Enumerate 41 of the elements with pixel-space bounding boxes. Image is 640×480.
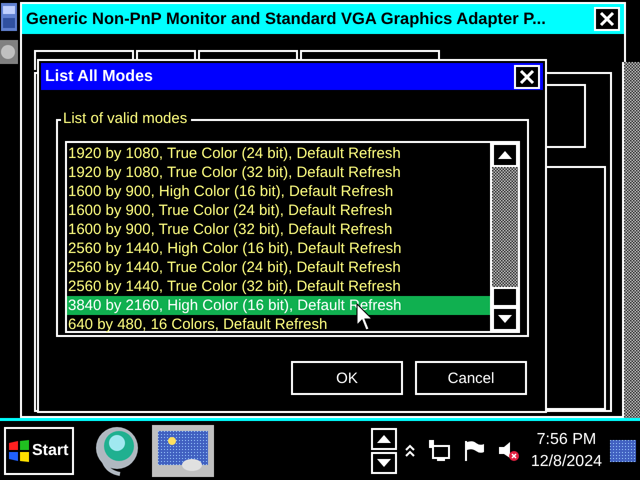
- down-arrow-icon: [498, 315, 512, 323]
- close-button[interactable]: [514, 64, 540, 88]
- list-item[interactable]: 640 by 480, 16 Colors, Default Refresh: [67, 315, 490, 334]
- up-arrow-icon: [498, 151, 512, 159]
- show-desktop-icon[interactable]: [610, 440, 636, 462]
- list-item[interactable]: 1920 by 1080, True Color (24 bit), Default Refresh: [67, 144, 490, 163]
- list-item[interactable]: 1600 by 900, High Color (16 bit), Default Refresh: [67, 182, 490, 201]
- list-item[interactable]: 2560 by 1440, True Color (32 bit), Default Refresh: [67, 277, 490, 296]
- scroll-thumb[interactable]: [492, 287, 518, 307]
- list-item[interactable]: 2560 by 1440, True Color (24 bit), Default Refresh: [67, 258, 490, 277]
- scrollbar[interactable]: [622, 62, 640, 418]
- mode-list[interactable]: [65, 141, 520, 333]
- list-item[interactable]: 2560 by 1440, High Color (16 bit), Default Refresh: [67, 239, 490, 258]
- taskbar-app-button[interactable]: [152, 424, 214, 476]
- close-icon: [599, 11, 615, 27]
- list-item[interactable]: 1920 by 1080, True Color (32 bit), Default Refresh: [67, 163, 490, 182]
- dialog-title: List All Modes: [45, 68, 154, 86]
- display-settings-icon: [158, 430, 208, 470]
- chevron-up-icon[interactable]: [404, 444, 415, 458]
- clock-date: 12/8/2024: [530, 452, 602, 470]
- scroll-down-button[interactable]: [370, 452, 397, 474]
- close-button[interactable]: [594, 7, 620, 31]
- dialog-button[interactable]: OK: [291, 361, 403, 395]
- list-item[interactable]: 1600 by 900, True Color (24 bit), Default Refresh: [67, 201, 490, 220]
- close-icon: [519, 68, 535, 84]
- window-title: Generic Non-PnP Monitor and Standard VGA Graphics Adapter P...: [26, 10, 547, 28]
- up-arrow-icon: [376, 434, 391, 442]
- down-arrow-icon: [376, 458, 391, 466]
- desktop-icon[interactable]: [0, 2, 18, 32]
- clock-time: 7:56 PM: [536, 430, 596, 448]
- network-icon[interactable]: [426, 440, 451, 462]
- start-button[interactable]: Start: [4, 426, 74, 474]
- speaker-muted-icon[interactable]: [496, 440, 521, 462]
- flag-icon[interactable]: [462, 440, 485, 462]
- windows-logo-icon: [8, 440, 30, 462]
- list-item[interactable]: 1600 by 900, True Color (32 bit), Default Refresh: [67, 220, 490, 239]
- scroll-up-button[interactable]: [492, 143, 518, 167]
- scrollbar[interactable]: [490, 143, 518, 331]
- scroll-down-button[interactable]: [492, 307, 518, 331]
- dialog-button[interactable]: Cancel: [415, 361, 527, 395]
- scroll-up-button[interactable]: [370, 428, 397, 450]
